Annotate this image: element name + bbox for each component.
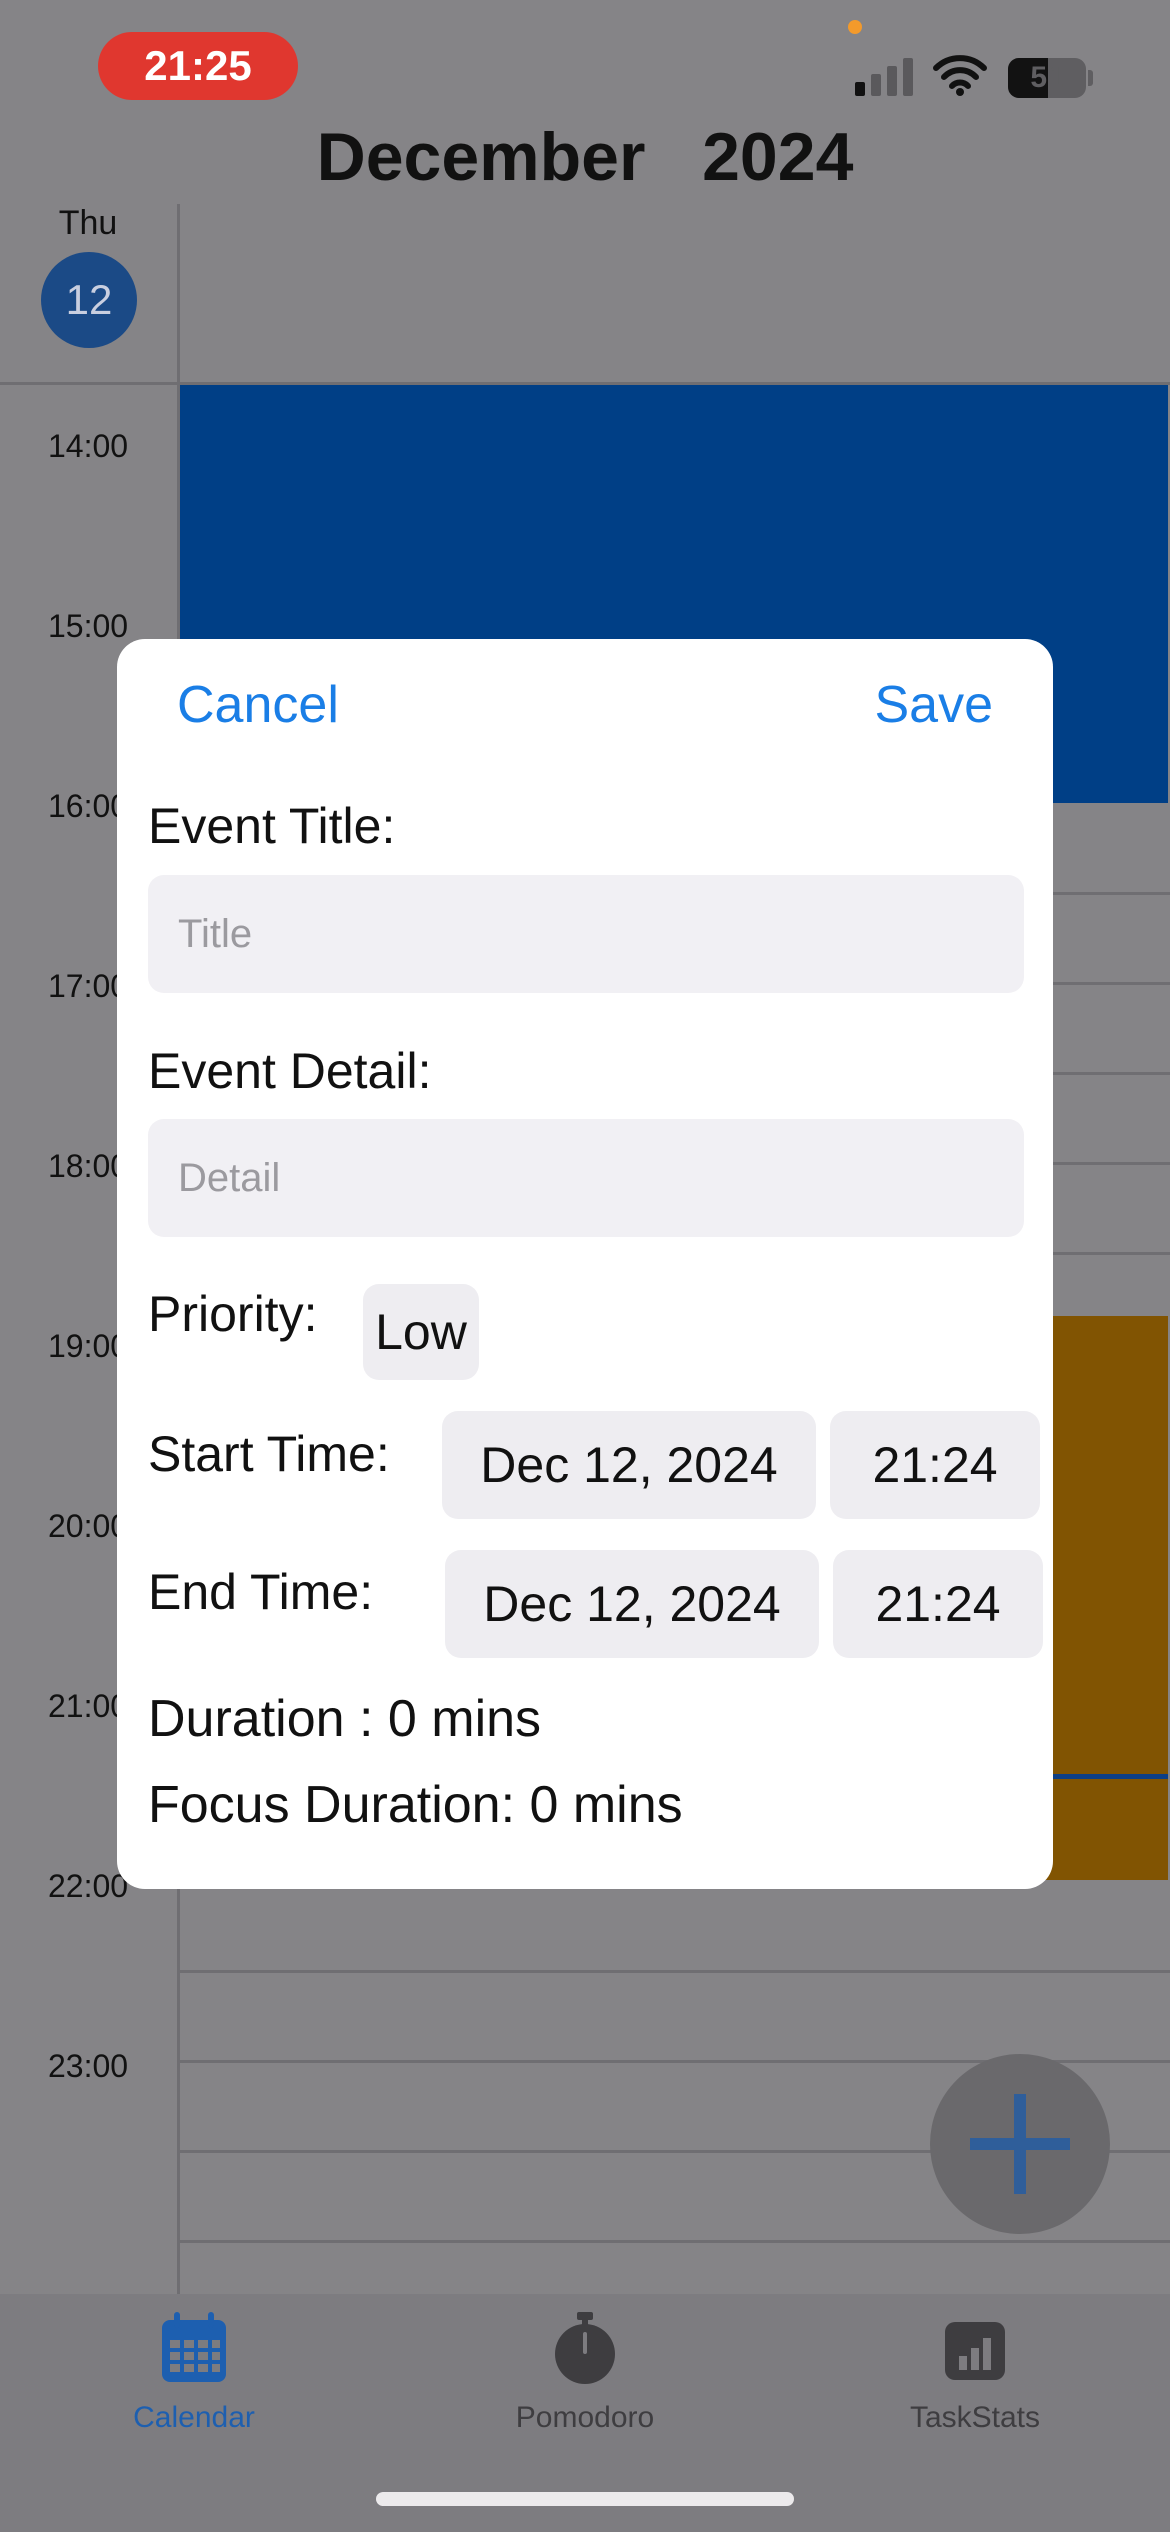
cellular-signal-icon	[855, 56, 915, 96]
event-block-orange[interactable]	[1040, 1316, 1168, 1880]
tab-pomodoro-label: Pomodoro	[515, 2401, 655, 2434]
add-event-button[interactable]	[930, 2054, 1110, 2234]
end-date-picker[interactable]: Dec 12, 2024	[445, 1550, 819, 1658]
tab-calendar[interactable]: Calendar	[64, 2310, 324, 2435]
focus-duration-text: Focus Duration: 0 mins	[148, 1776, 683, 1834]
priority-picker[interactable]: Low	[363, 1284, 479, 1380]
wifi-icon	[933, 55, 987, 96]
new-event-dialog: Cancel Save Event Title: Event Detail: P…	[117, 639, 1053, 1889]
day-name: Thu	[58, 204, 118, 242]
start-time-picker[interactable]: 21:24	[830, 1411, 1040, 1519]
hour-label: 14:00	[48, 428, 129, 464]
start-date-picker[interactable]: Dec 12, 2024	[442, 1411, 816, 1519]
tab-pomodoro[interactable]: Pomodoro	[455, 2310, 715, 2435]
duration-text: Duration : 0 mins	[148, 1690, 542, 1748]
day-number-circle[interactable]: 12	[41, 252, 137, 348]
cancel-button[interactable]: Cancel	[177, 675, 339, 735]
priority-label: Priority:	[148, 1286, 318, 1342]
battery-level: 51	[1030, 61, 1064, 94]
month-title: December 2024	[316, 119, 854, 195]
event-detail-input[interactable]	[148, 1119, 1024, 1237]
grid-line	[180, 2240, 1170, 2243]
end-time-picker[interactable]: 21:24	[833, 1550, 1043, 1658]
hour-label: 15:00	[48, 608, 129, 644]
tab-taskstats[interactable]: TaskStats	[845, 2310, 1105, 2435]
hour-label: 22:00	[48, 1868, 129, 1904]
battery-icon: 51	[1008, 58, 1086, 98]
tab-calendar-label: Calendar	[133, 2401, 255, 2434]
end-time-label: End Time:	[148, 1564, 374, 1620]
event-detail-label: Event Detail:	[148, 1043, 432, 1099]
grid-line	[180, 1970, 1170, 1973]
stopwatch-icon	[555, 2312, 615, 2384]
battery-tip	[1088, 70, 1093, 86]
start-time-label: Start Time:	[148, 1426, 390, 1482]
current-time-line	[1040, 1774, 1168, 1779]
hour-label: 23:00	[48, 2048, 129, 2084]
privacy-indicator-dot	[848, 20, 862, 34]
calendar-icon	[162, 2312, 226, 2382]
chart-icon	[945, 2322, 1005, 2380]
status-time: 21:25	[98, 32, 298, 100]
event-title-input[interactable]	[148, 875, 1024, 993]
save-button[interactable]: Save	[874, 675, 993, 735]
tab-taskstats-label: TaskStats	[909, 2401, 1041, 2434]
event-title-label: Event Title:	[148, 798, 396, 854]
home-indicator[interactable]	[376, 2492, 794, 2506]
